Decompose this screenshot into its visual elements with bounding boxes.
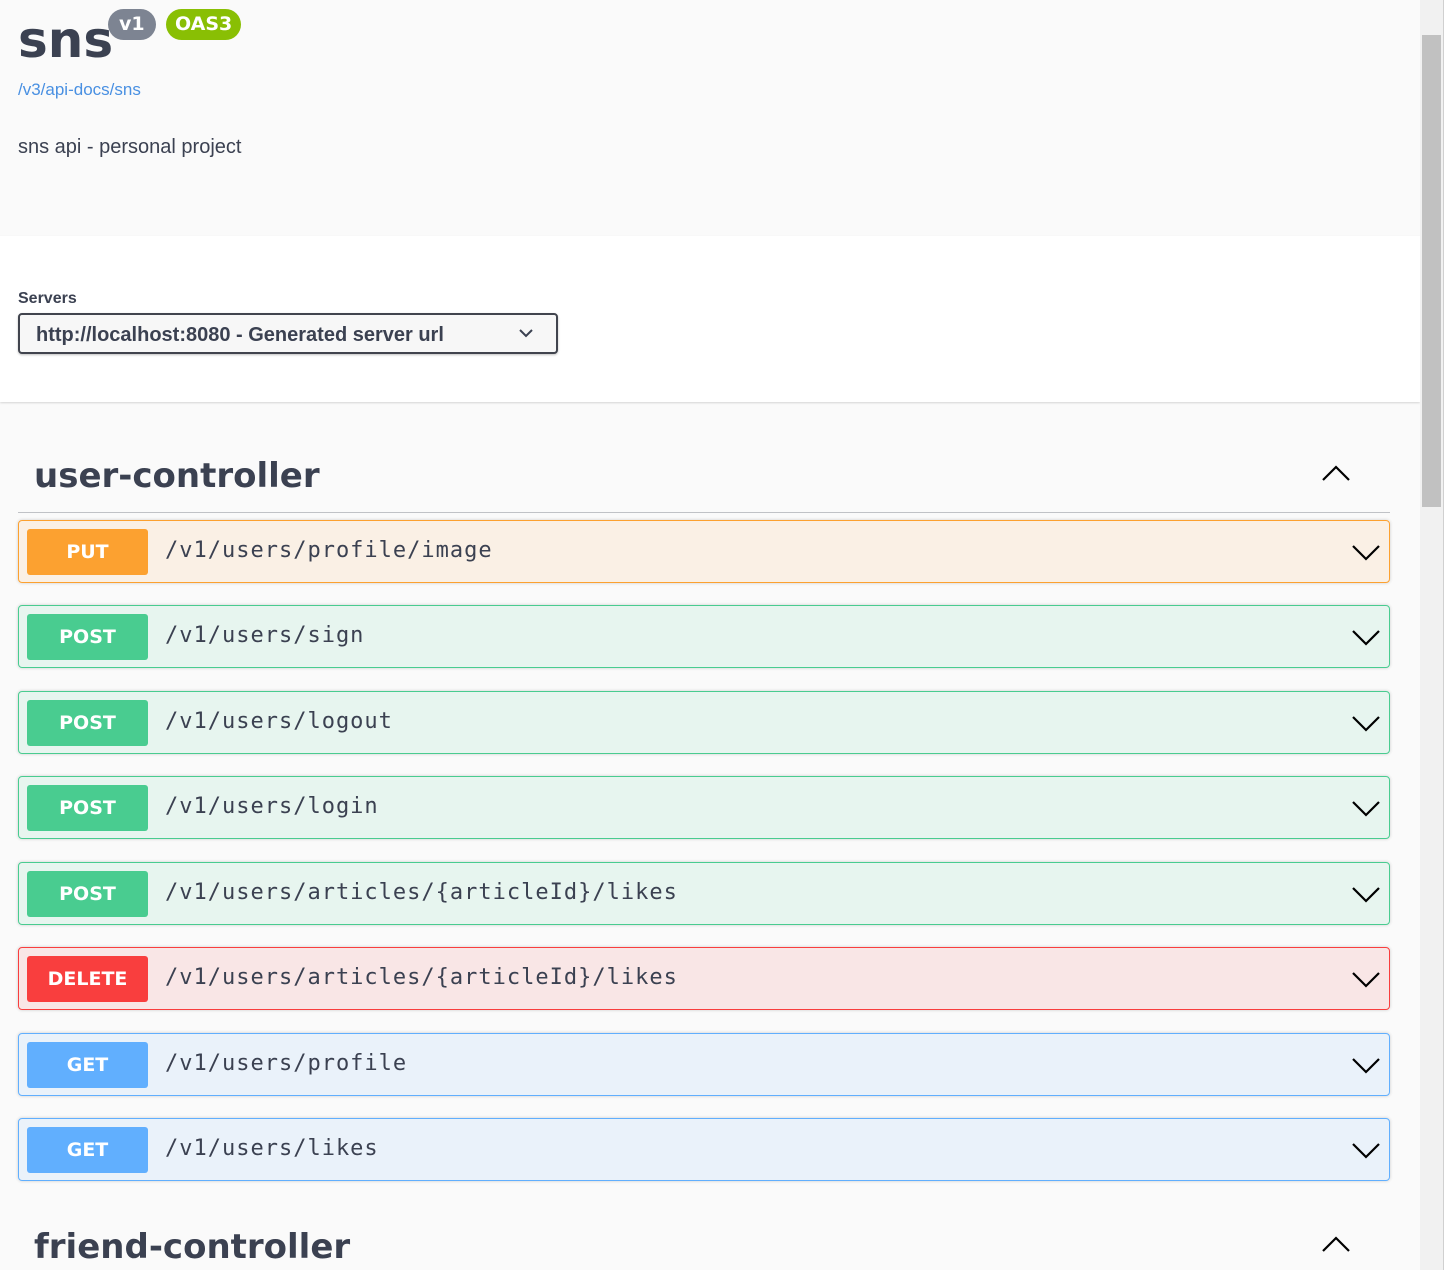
chevron-down-icon[interactable] <box>1351 540 1381 564</box>
scrollbar-thumb[interactable] <box>1422 35 1441 507</box>
operation-path: /v1/users/likes <box>165 1136 379 1161</box>
method-badge: POST <box>27 871 148 917</box>
api-docs-link[interactable]: /v3/api-docs/sns <box>18 80 141 100</box>
oas-badge: OAS3 <box>166 9 242 40</box>
tag-title: friend-controller <box>34 1227 351 1267</box>
operation-row[interactable]: POST /v1/users/login <box>18 776 1390 839</box>
operation-path: /v1/users/articles/{articleId}/likes <box>165 965 678 990</box>
method-badge: GET <box>27 1127 148 1173</box>
server-select[interactable]: http://localhost:8080 - Generated server… <box>18 313 558 354</box>
server-select-value: http://localhost:8080 - Generated server… <box>36 324 444 346</box>
operation-row[interactable]: POST /v1/users/sign <box>18 605 1390 668</box>
swagger-ui-page: sns v1 OAS3 /v3/api-docs/sns sns api - p… <box>0 0 1455 1270</box>
api-info: sns v1 OAS3 /v3/api-docs/sns sns api - p… <box>0 0 1420 236</box>
operation-path: /v1/users/login <box>165 794 379 819</box>
operation-row[interactable]: POST /v1/users/logout <box>18 691 1390 754</box>
method-badge: POST <box>27 785 148 831</box>
adjacent-window-edge <box>1443 0 1455 1270</box>
chevron-down-icon[interactable] <box>1351 711 1381 735</box>
chevron-down-icon <box>519 329 533 338</box>
tag-header-friend-controller[interactable]: friend-controller <box>18 1203 1390 1270</box>
chevron-down-icon[interactable] <box>1351 796 1381 820</box>
chevron-down-icon[interactable] <box>1351 967 1381 991</box>
operation-row[interactable]: PUT /v1/users/profile/image <box>18 520 1390 583</box>
operation-row[interactable]: GET /v1/users/likes <box>18 1118 1390 1181</box>
operation-row[interactable]: DELETE /v1/users/articles/{articleId}/li… <box>18 947 1390 1010</box>
api-description: sns api - personal project <box>18 136 242 158</box>
vertical-scrollbar[interactable] <box>1420 0 1443 1270</box>
operation-path: /v1/users/profile/image <box>165 538 493 563</box>
main-content: sns v1 OAS3 /v3/api-docs/sns sns api - p… <box>0 0 1420 1270</box>
method-badge: PUT <box>27 529 148 575</box>
chevron-down-icon[interactable] <box>1351 1138 1381 1162</box>
tag-header-user-controller[interactable]: user-controller <box>18 432 1390 513</box>
chevron-up-icon[interactable] <box>1320 462 1352 486</box>
tag-title: user-controller <box>34 456 320 496</box>
operation-path: /v1/users/profile <box>165 1051 408 1076</box>
chevron-down-icon[interactable] <box>1351 1053 1381 1077</box>
operation-row[interactable]: GET /v1/users/profile <box>18 1033 1390 1096</box>
operation-path: /v1/users/logout <box>165 709 393 734</box>
operation-path: /v1/users/articles/{articleId}/likes <box>165 880 678 905</box>
method-badge: POST <box>27 614 148 660</box>
servers-section: Servers http://localhost:8080 - Generate… <box>0 236 1420 402</box>
method-badge: DELETE <box>27 956 148 1002</box>
chevron-down-icon[interactable] <box>1351 882 1381 906</box>
method-badge: POST <box>27 700 148 746</box>
operation-row[interactable]: POST /v1/users/articles/{articleId}/like… <box>18 862 1390 925</box>
operation-path: /v1/users/sign <box>165 623 365 648</box>
servers-label: Servers <box>18 290 77 307</box>
chevron-up-icon[interactable] <box>1320 1233 1352 1257</box>
api-title: sns <box>18 11 114 69</box>
method-badge: GET <box>27 1042 148 1088</box>
chevron-down-icon[interactable] <box>1351 625 1381 649</box>
version-badge: v1 <box>108 9 156 40</box>
